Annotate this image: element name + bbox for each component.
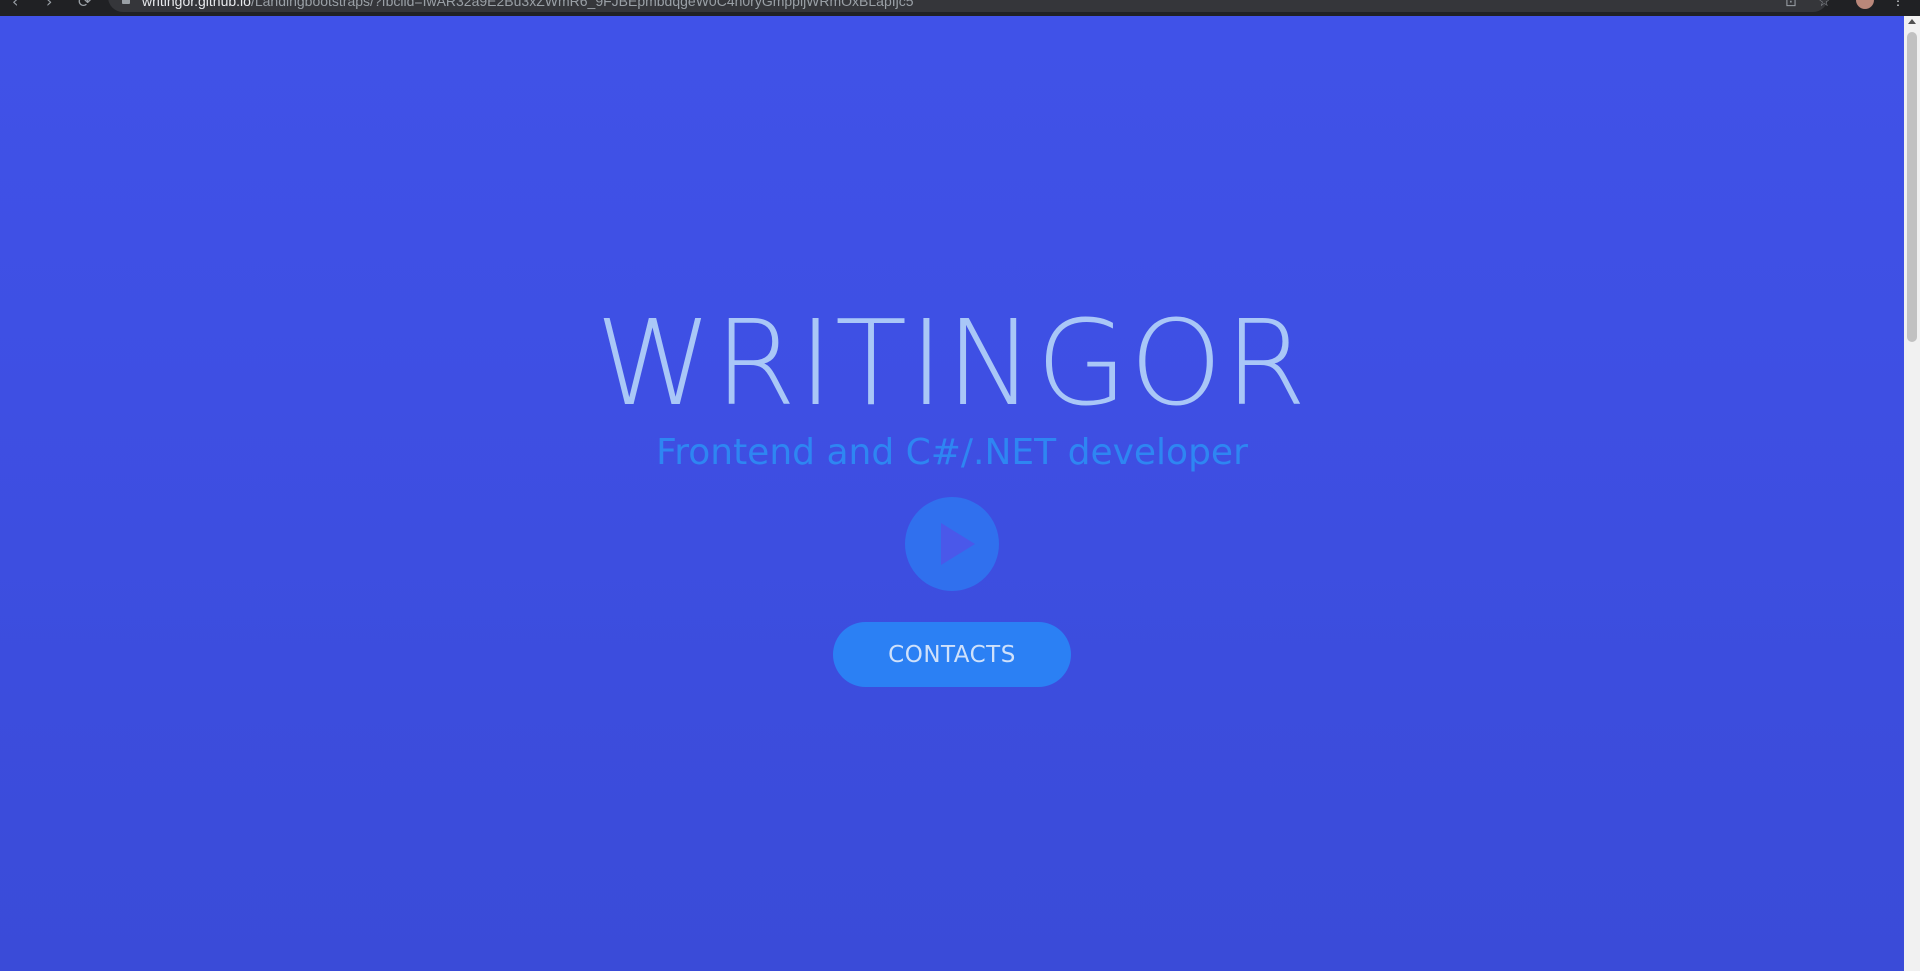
site-subtitle: Frontend and C#/.NET developer — [656, 432, 1248, 473]
lock-icon[interactable] — [122, 0, 130, 4]
contacts-button[interactable]: CONTACTS — [833, 622, 1071, 687]
site-title: WRITINGOR — [595, 294, 1309, 432]
scrollbar-thumb[interactable] — [1907, 32, 1917, 342]
reload-icon[interactable]: ⟳ — [78, 0, 91, 10]
scroll-up-arrow-icon[interactable] — [1908, 19, 1916, 24]
browser-toolbar: ‹ › ⟳ writingor.github.io/Landingbootstr… — [0, 0, 1920, 16]
address-bar[interactable]: writingor.github.io/Landingbootstraps/?f… — [108, 0, 1828, 12]
play-video-button[interactable] — [905, 497, 999, 591]
browser-menu-icon[interactable]: ⋮ — [1892, 0, 1904, 7]
profile-avatar[interactable] — [1856, 0, 1874, 9]
hero-section: WRITINGOR Frontend and C#/.NET developer… — [0, 16, 1904, 971]
url-text[interactable]: writingor.github.io/Landingbootstraps/?f… — [142, 0, 914, 8]
install-app-icon[interactable]: ⊡ — [1785, 0, 1797, 9]
url-host: writingor.github.io — [142, 0, 251, 9]
play-icon — [941, 523, 975, 565]
url-path: /Landingbootstraps/?fbclid=IwAR32a9E2Bu3… — [250, 0, 914, 9]
forward-arrow-icon[interactable]: › — [46, 0, 52, 10]
bookmark-star-icon[interactable]: ☆ — [1818, 0, 1831, 9]
back-arrow-icon[interactable]: ‹ — [12, 0, 18, 10]
vertical-scrollbar[interactable] — [1904, 16, 1920, 971]
